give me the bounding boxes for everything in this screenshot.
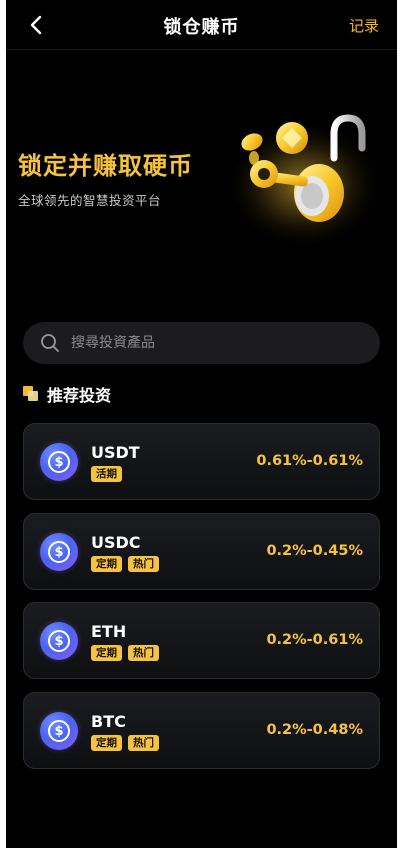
lock-key-coins-illustration bbox=[224, 112, 384, 244]
dollar-coin-icon: $ bbox=[40, 443, 78, 481]
dollar-coin-icon: $ bbox=[40, 622, 78, 660]
product-tags: 定期 热门 bbox=[91, 645, 159, 661]
search-input[interactable] bbox=[71, 335, 341, 351]
product-tag: 活期 bbox=[91, 466, 122, 482]
product-tag: 定期 bbox=[91, 645, 122, 661]
product-tags: 活期 bbox=[91, 466, 122, 482]
product-rate: 0.2%-0.61% bbox=[266, 632, 363, 648]
product-card-usdt[interactable]: $ USDT 活期 0.61%-0.61% bbox=[23, 423, 380, 500]
page-title: 锁仓赚币 bbox=[163, 17, 240, 38]
product-rate: 0.2%-0.45% bbox=[266, 543, 363, 559]
product-tags: 定期 热门 bbox=[91, 735, 159, 751]
app-screen: 锁仓赚币 记录 锁定并赚取硬币 全球领先的智慧投资平台 搜尋投資產品 推荐投资 … bbox=[6, 0, 397, 848]
product-card-eth[interactable]: $ ETH 定期 热门 0.2%-0.61% bbox=[23, 602, 380, 679]
product-name: USDC bbox=[91, 533, 141, 552]
product-rate: 0.61%-0.61% bbox=[256, 453, 363, 469]
search-icon bbox=[39, 332, 61, 354]
search-bar[interactable] bbox=[23, 322, 380, 364]
product-tag: 热门 bbox=[128, 735, 159, 751]
dollar-coin-icon: $ bbox=[40, 712, 78, 750]
hero-subtitle: 全球领先的智慧投资平台 bbox=[18, 193, 162, 208]
section-title: 推荐投资 bbox=[47, 386, 112, 405]
top-nav-bar: 锁仓赚币 记录 bbox=[6, 0, 397, 50]
hero-title: 锁定并赚取硬币 bbox=[18, 152, 193, 180]
product-tag: 热门 bbox=[128, 556, 159, 572]
section-squares-icon bbox=[23, 386, 39, 402]
product-card-usdc[interactable]: $ USDC 定期 热门 0.2%-0.45% bbox=[23, 513, 380, 590]
product-rate: 0.2%-0.48% bbox=[266, 722, 363, 738]
product-name: USDT bbox=[91, 443, 140, 462]
product-card-btc[interactable]: $ BTC 定期 热门 0.2%-0.48% bbox=[23, 692, 380, 769]
product-name: ETH bbox=[91, 622, 127, 641]
product-tag: 热门 bbox=[128, 645, 159, 661]
product-tag: 定期 bbox=[91, 735, 122, 751]
dollar-coin-icon: $ bbox=[40, 533, 78, 571]
product-tags: 定期 热门 bbox=[91, 556, 159, 572]
record-link[interactable]: 记录 bbox=[349, 15, 379, 36]
section-header: 推荐投资 bbox=[23, 382, 111, 406]
product-tag: 定期 bbox=[91, 556, 122, 572]
product-name: BTC bbox=[91, 712, 126, 731]
